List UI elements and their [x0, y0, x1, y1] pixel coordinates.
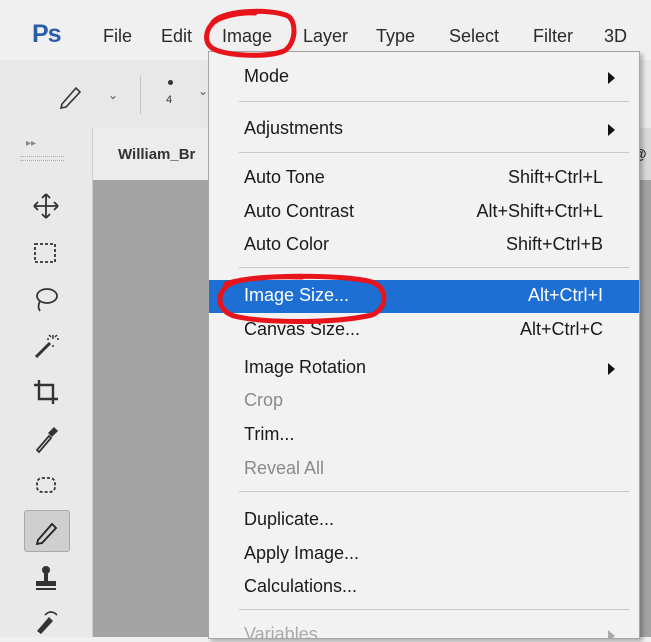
tool-pencil[interactable] [24, 510, 70, 552]
tool-history-brush[interactable] [24, 602, 68, 642]
menu-item-image-size[interactable]: Image Size... Alt+Ctrl+I [209, 280, 639, 313]
lasso-icon [36, 288, 58, 312]
pencil-icon [35, 522, 58, 546]
menu-item-label: Canvas Size... [244, 319, 361, 339]
chevron-down-icon: ⌄ [198, 84, 209, 98]
move-icon [33, 193, 59, 219]
toolbox-collapse-icon[interactable]: ▸▸ [26, 138, 36, 149]
submenu-arrow-icon [608, 124, 615, 136]
menu-item-mode[interactable]: Mode [209, 61, 639, 93]
document-tab-title: William_Br [118, 146, 196, 163]
menu-item-shortcut: Alt+Ctrl+C [519, 319, 603, 339]
patch-icon [36, 477, 56, 493]
menu-item-variables[interactable]: Variables [209, 619, 639, 638]
menu-item-label: Mode [244, 66, 290, 86]
crop-icon [34, 380, 58, 404]
history-brush-icon [37, 611, 58, 634]
brush-size-picker[interactable]: 4 ⌄ [156, 74, 209, 116]
marquee-icon [34, 243, 56, 263]
menu-separator [239, 152, 629, 153]
menu-item-label: Apply Image... [244, 543, 360, 563]
tool-eyedropper[interactable] [24, 419, 68, 459]
menu-item-auto-tone[interactable]: Auto Tone Shift+Ctrl+L [209, 162, 639, 194]
menu-item-shortcut: Alt+Ctrl+I [527, 285, 603, 305]
menu-item-label: Auto Contrast [244, 201, 355, 221]
menu-item-reveal-all: Reveal All [209, 453, 639, 485]
tool-stamp[interactable] [24, 558, 68, 598]
menu-item-label: Calculations... [244, 576, 358, 596]
menu-item-auto-contrast[interactable]: Auto Contrast Alt+Shift+Ctrl+L [209, 196, 639, 228]
eyedropper-icon [35, 427, 58, 454]
photoshop-logo: Ps [32, 20, 62, 48]
menu-separator [239, 609, 629, 610]
menu-separator [239, 491, 629, 492]
brush-dot-icon [168, 80, 173, 85]
menu-item-crop: Crop [209, 385, 639, 417]
menu-item-duplicate[interactable]: Duplicate... [209, 504, 639, 536]
toolbox: ▸▸ [0, 128, 93, 637]
tool-move[interactable] [24, 186, 68, 226]
menu-3d[interactable]: 3D [604, 26, 627, 47]
tool-magic-wand[interactable] [24, 326, 68, 366]
menu-item-label: Adjustments [244, 118, 344, 138]
menu-item-label: Image Rotation [244, 357, 367, 377]
menu-item-label: Image Size... [244, 285, 350, 305]
image-menu-dropdown: Mode Adjustments Auto Tone Shift+Ctrl+L … [208, 51, 640, 639]
submenu-arrow-icon [608, 72, 615, 84]
submenu-arrow-icon [608, 630, 615, 638]
menu-type[interactable]: Type [376, 26, 415, 47]
brush-size-value: 4 [166, 94, 173, 106]
tool-crop[interactable] [24, 372, 68, 412]
menu-item-label: Reveal All [244, 458, 325, 478]
divider [140, 76, 141, 114]
menu-select[interactable]: Select [449, 26, 499, 47]
menu-item-apply-image[interactable]: Apply Image... [209, 538, 639, 570]
chevron-down-icon: ⌄ [108, 88, 119, 102]
menu-item-image-rotation[interactable]: Image Rotation [209, 352, 639, 384]
tool-marquee[interactable] [24, 233, 68, 273]
menu-item-label: Crop [244, 390, 284, 410]
pencil-icon [59, 86, 82, 110]
menu-separator [239, 267, 629, 268]
tool-patch[interactable] [24, 465, 68, 505]
menu-item-label: Auto Color [244, 234, 330, 254]
menu-item-trim[interactable]: Trim... [209, 419, 639, 451]
menu-item-shortcut: Alt+Shift+Ctrl+L [476, 201, 603, 221]
toolbox-grip[interactable] [20, 156, 64, 161]
menu-item-auto-color[interactable]: Auto Color Shift+Ctrl+B [209, 229, 639, 261]
menu-item-adjustments[interactable]: Adjustments [209, 113, 639, 145]
tool-preset-picker[interactable]: ⌄ [50, 78, 130, 112]
menu-file[interactable]: File [103, 26, 132, 47]
submenu-arrow-icon [608, 363, 615, 375]
menu-item-label: Duplicate... [244, 509, 335, 529]
menu-filter[interactable]: Filter [533, 26, 573, 47]
magic-wand-icon [34, 334, 59, 359]
menu-item-calculations[interactable]: Calculations... [209, 571, 639, 603]
menu-item-label: Trim... [244, 424, 295, 444]
menu-separator [239, 101, 629, 102]
menu-image[interactable]: Image [222, 26, 272, 47]
menu-item-label: Auto Tone [244, 167, 325, 187]
menu-item-shortcut: Shift+Ctrl+L [507, 167, 603, 187]
menu-layer[interactable]: Layer [303, 26, 348, 47]
stamp-icon [36, 566, 56, 590]
menu-item-canvas-size[interactable]: Canvas Size... Alt+Ctrl+C [209, 314, 639, 346]
menu-edit[interactable]: Edit [161, 26, 192, 47]
menu-item-shortcut: Shift+Ctrl+B [505, 234, 603, 254]
tool-lasso[interactable] [24, 280, 68, 320]
